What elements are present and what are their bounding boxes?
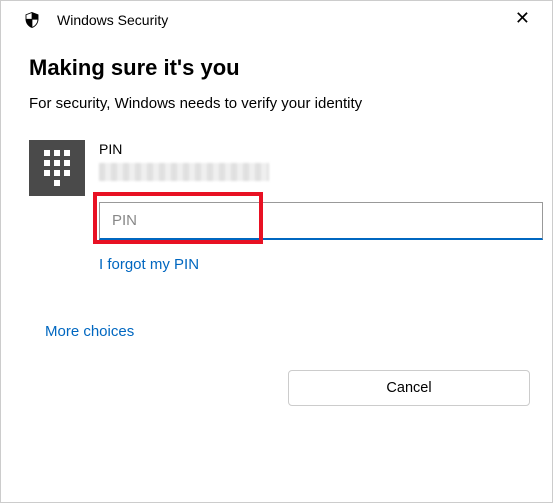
shield-icon: [23, 11, 41, 29]
auth-method-row: PIN: [29, 140, 524, 196]
pin-input[interactable]: [99, 202, 543, 240]
window-title: Windows Security: [57, 12, 168, 28]
dialog-subtext: For security, Windows needs to verify yo…: [29, 95, 524, 112]
title-bar: Windows Security ✕: [1, 1, 552, 35]
account-identifier: [99, 163, 269, 181]
dialog-content: Making sure it's you For security, Windo…: [1, 35, 552, 370]
dialog-heading: Making sure it's you: [29, 55, 524, 81]
forgot-pin-link[interactable]: I forgot my PIN: [99, 256, 199, 273]
close-button[interactable]: ✕: [507, 7, 538, 29]
cancel-button[interactable]: Cancel: [288, 370, 530, 406]
more-choices-link[interactable]: More choices: [45, 323, 134, 340]
auth-method-label: PIN: [99, 141, 269, 157]
dialog-footer: Cancel: [1, 370, 552, 424]
keypad-icon: [29, 140, 85, 196]
